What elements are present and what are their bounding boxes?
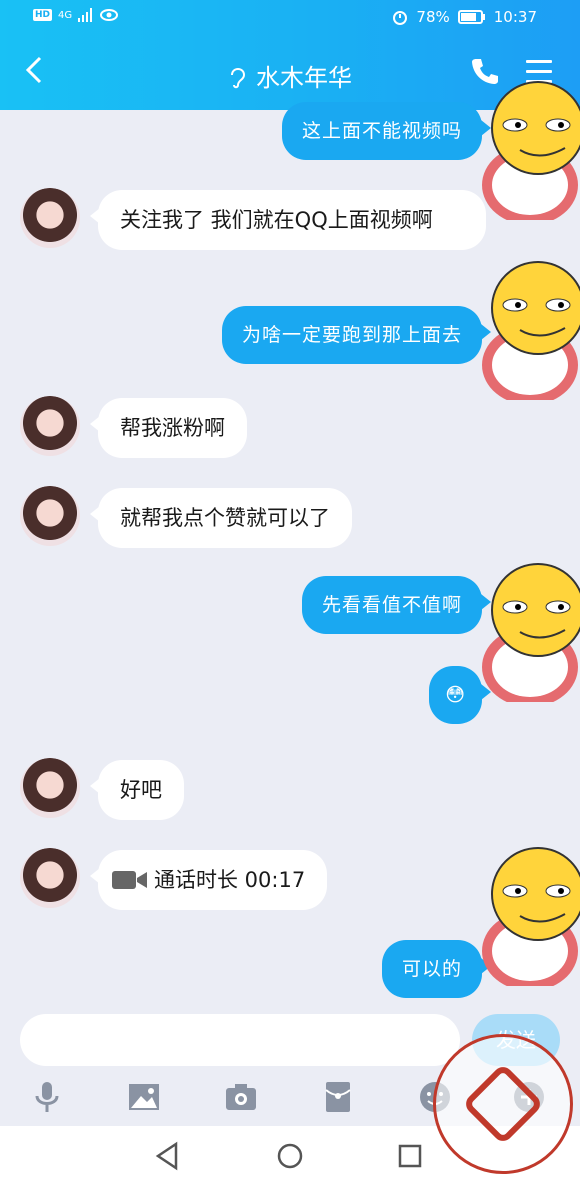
message-bubble-out[interactable]: 这上面不能视频吗: [281, 102, 492, 160]
camera-icon[interactable]: [224, 1080, 258, 1114]
status-bar: HD 4G 78% 10:37: [0, 8, 580, 28]
contact-avatar[interactable]: [20, 396, 80, 456]
mascot-avatar: [482, 81, 580, 220]
message-text: 好吧: [120, 778, 162, 802]
alarm-icon: [393, 11, 408, 25]
mascot-avatar: [482, 261, 580, 400]
message-bubble-in[interactable]: 关注我了 我们就在QQ上面视频啊: [90, 190, 486, 250]
eye-icon: [100, 9, 119, 21]
message-bubble-out[interactable]: 先看看值不值啊: [301, 576, 492, 634]
watermark-emblem: [461, 1062, 545, 1146]
image-icon[interactable]: [127, 1080, 161, 1114]
contact-avatar[interactable]: [20, 848, 80, 908]
message-text: 就帮我点个赞就可以了: [120, 506, 330, 530]
mascot-avatar: [482, 847, 580, 986]
watermark-logo: [433, 1034, 573, 1174]
recents-square-icon[interactable]: [394, 1140, 426, 1172]
network-type: 4G: [58, 9, 73, 21]
back-triangle-icon[interactable]: [152, 1140, 184, 1172]
message-bubble-in[interactable]: 帮我涨粉啊: [90, 398, 247, 458]
message-bubble-in[interactable]: 就帮我点个赞就可以了: [90, 488, 352, 548]
message-text: 这上面不能视频吗: [301, 120, 462, 142]
video-call-icon: [112, 871, 147, 889]
message-bubble-out[interactable]: 😳: [429, 666, 491, 724]
message-text: 关注我了 我们就在QQ上面视频啊: [120, 208, 433, 232]
battery-icon: [457, 10, 485, 24]
contact-name: 水木年华: [256, 64, 352, 92]
message-bubble-out[interactable]: 为啥一定要跑到那上面去: [221, 306, 492, 364]
contact-avatar[interactable]: [20, 486, 80, 546]
message-text: 可以的: [401, 958, 462, 980]
call-record-bubble[interactable]: 通话时长 00:17: [89, 850, 328, 910]
signal-icon: [78, 8, 93, 22]
mascot-avatar: [482, 563, 580, 702]
home-circle-icon[interactable]: [274, 1140, 306, 1172]
message-input[interactable]: [20, 1014, 460, 1066]
red-packet-icon[interactable]: [321, 1080, 355, 1114]
ear-icon: [231, 68, 246, 89]
message-bubble-in[interactable]: 好吧: [90, 760, 184, 820]
emoji: 😳: [445, 684, 466, 706]
contact-avatar[interactable]: [20, 758, 80, 818]
message-text: 帮我涨粉啊: [120, 416, 225, 440]
chat-area[interactable]: 这上面不能视频吗 关注我了 我们就在QQ上面视频啊 为啥一定要跑到那上面去 帮我…: [0, 81, 580, 1010]
contact-avatar[interactable]: [20, 188, 80, 248]
battery-percent: 78%: [416, 8, 450, 26]
message-text: 为啥一定要跑到那上面去: [241, 324, 462, 346]
message-bubble-out[interactable]: 可以的: [381, 940, 492, 998]
clock: 10:37: [493, 8, 537, 26]
message-text: 先看看值不值啊: [321, 594, 462, 616]
microphone-icon[interactable]: [30, 1080, 64, 1114]
hd-badge: HD: [33, 9, 53, 21]
message-text: 通话时长 00:17: [154, 868, 306, 892]
